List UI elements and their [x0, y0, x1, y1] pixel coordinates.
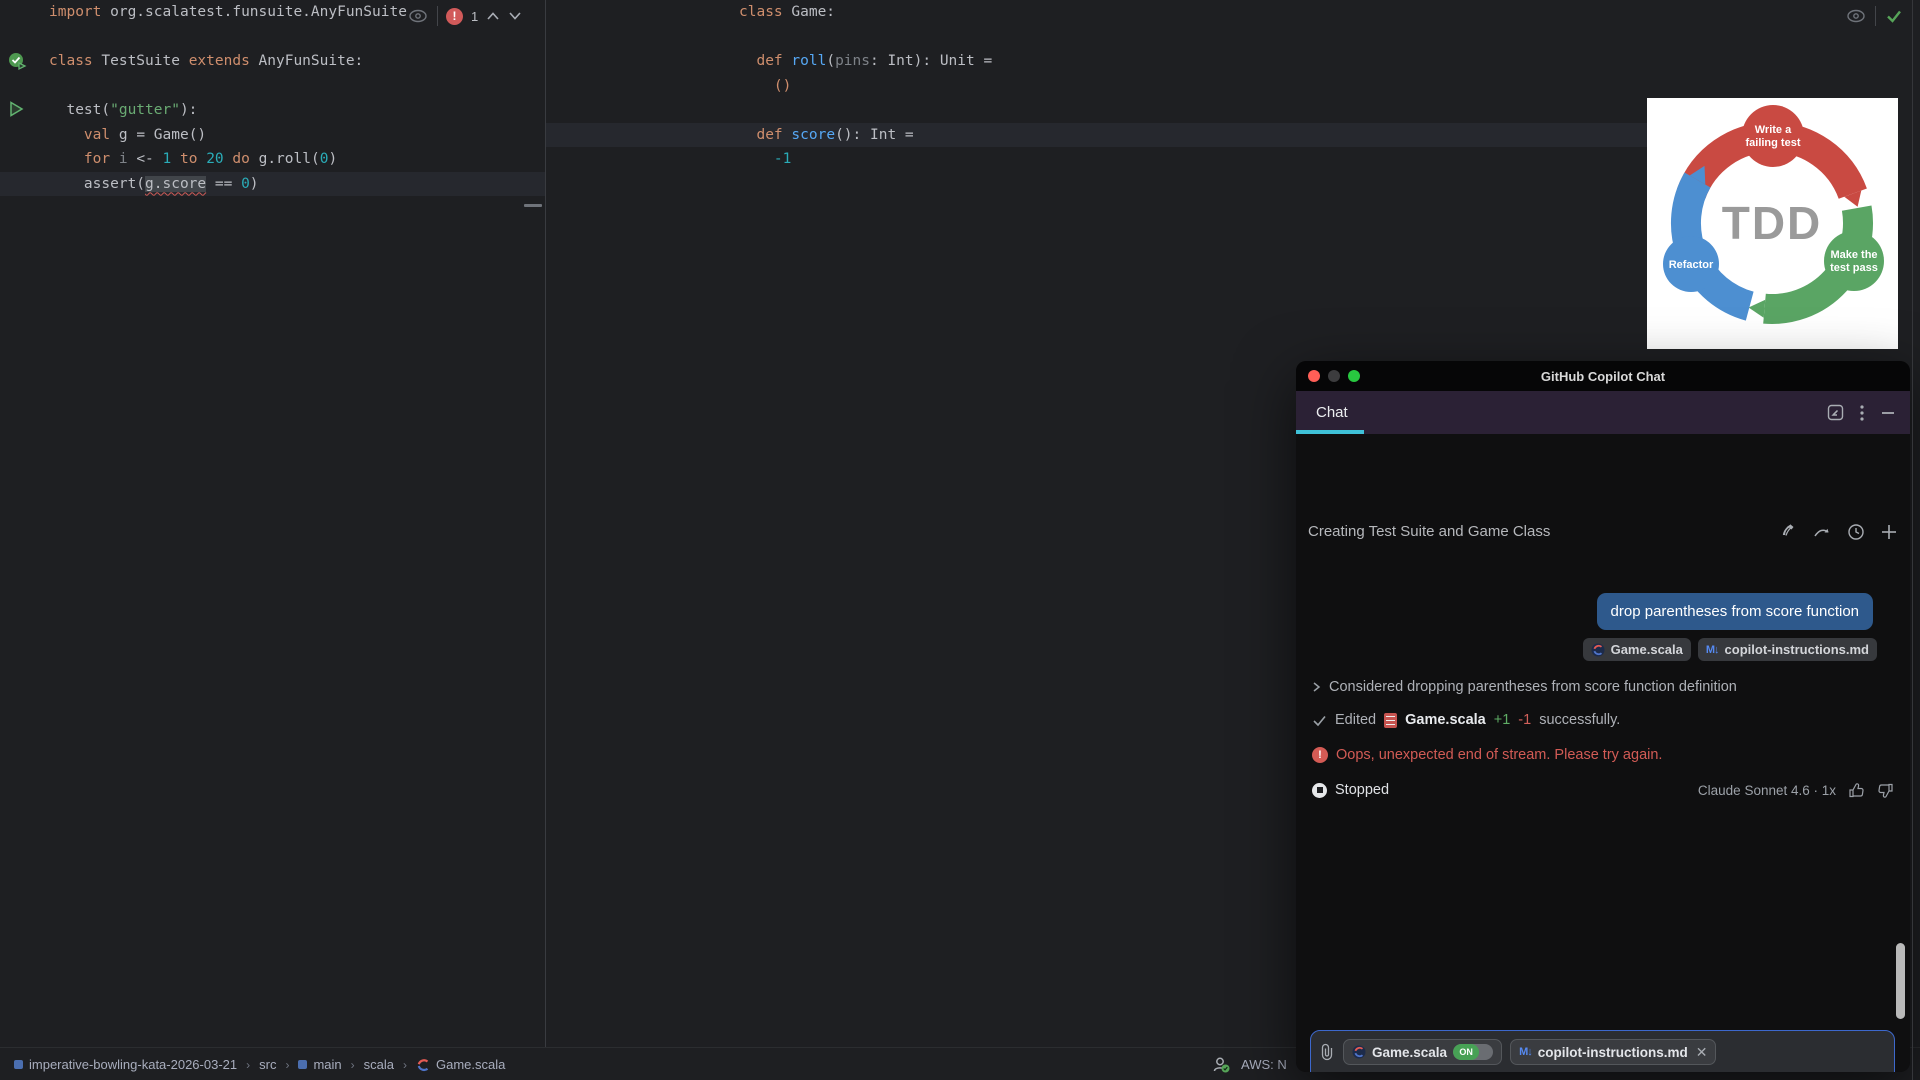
- thread-title: Creating Test Suite and Game Class: [1308, 523, 1551, 540]
- paperclip-icon[interactable]: [1319, 1043, 1335, 1061]
- error-icon: !: [1312, 747, 1328, 763]
- left-editor-code[interactable]: import org.scalatest.funsuite.AnyFunSuit…: [49, 0, 407, 196]
- lines-added: +1: [1493, 712, 1511, 728]
- copilot-chat-window: GitHub Copilot Chat Chat Creating Test S…: [1296, 361, 1910, 1072]
- new-chat-plus-icon[interactable]: [1880, 523, 1898, 541]
- scala-file-icon: [1591, 643, 1605, 656]
- right-editor-inspection-widget: [1845, 6, 1904, 26]
- stopped-label: Stopped: [1335, 782, 1390, 798]
- model-info: Claude Sonnet 4.6 · 1x: [1697, 783, 1836, 798]
- tdd-step2-label-l1: Make the: [1830, 249, 1877, 261]
- breadcrumb-main[interactable]: main: [298, 1057, 342, 1072]
- reader-mode-eye-icon[interactable]: [1845, 6, 1867, 26]
- attachment-on-toggle[interactable]: ON: [1453, 1044, 1494, 1060]
- more-options-kebab-icon[interactable]: [1860, 404, 1864, 421]
- minimize-window-button[interactable]: [1328, 370, 1340, 382]
- markdown-file-icon: M↓: [1519, 1046, 1533, 1058]
- scala-document-icon: [1384, 712, 1398, 728]
- check-icon: [1313, 715, 1326, 726]
- edit-pen-icon[interactable]: [1778, 522, 1797, 541]
- markdown-file-icon: M↓: [1705, 643, 1720, 656]
- project-folder-icon: [14, 1060, 23, 1069]
- window-title: GitHub Copilot Chat: [1540, 368, 1666, 384]
- scrollbar-position-marker[interactable]: [524, 204, 542, 207]
- chat-input-box[interactable]: Game.scala ON M↓ copilot-instructions.md…: [1310, 1030, 1895, 1072]
- breadcrumb-separator: ›: [350, 1057, 355, 1072]
- input-chip-copilot-instructions[interactable]: M↓ copilot-instructions.md ✕: [1510, 1039, 1717, 1065]
- editor-scrollbar-track[interactable]: [1912, 0, 1913, 1080]
- input-chip-game-scala[interactable]: Game.scala ON: [1343, 1039, 1503, 1065]
- thumbs-up-icon[interactable]: [1848, 782, 1865, 799]
- tdd-step2-label-l2: test pass: [1830, 262, 1878, 274]
- scala-file-icon: [1352, 1045, 1366, 1059]
- next-error-chevron-icon[interactable]: [508, 11, 522, 21]
- traffic-lights: [1308, 370, 1360, 382]
- chat-tabstrip: Chat: [1296, 391, 1910, 434]
- stop-icon: [1312, 782, 1327, 798]
- breadcrumb-separator: ›: [246, 1057, 251, 1072]
- attachment-chip-copilot-instructions[interactable]: M↓ copilot-instructions.md: [1697, 638, 1877, 661]
- chat-body: Creating Test Suite and Game Class drop …: [1296, 434, 1910, 1072]
- breadcrumb-scala[interactable]: scala: [364, 1057, 394, 1072]
- widget-divider: [437, 6, 438, 26]
- breadcrumb-project[interactable]: imperative-bowling-kata-2026-03-21: [14, 1057, 237, 1072]
- status-bar-right: AWS: N: [1211, 1055, 1287, 1075]
- breadcrumb-separator: ›: [285, 1057, 290, 1072]
- attachment-chip-game-scala[interactable]: Game.scala: [1582, 638, 1691, 661]
- input-attachments-row: Game.scala ON M↓ copilot-instructions.md…: [1319, 1039, 1717, 1065]
- thinking-summary-row[interactable]: Considered dropping parentheses from sco…: [1312, 679, 1737, 695]
- user-message-bubble: drop parentheses from score function: [1596, 593, 1873, 630]
- widget-divider: [1875, 6, 1876, 26]
- tdd-center-label: TDD: [1722, 197, 1823, 249]
- error-count[interactable]: 1: [471, 9, 478, 24]
- remove-attachment-icon[interactable]: ✕: [1696, 1044, 1708, 1061]
- prev-error-chevron-icon[interactable]: [486, 11, 500, 21]
- hide-panel-minus-icon[interactable]: [1880, 405, 1896, 421]
- response-meta: Claude Sonnet 4.6 · 1x: [1698, 782, 1894, 799]
- tdd-cycle-image: Write a failing test Make the test pass …: [1647, 98, 1898, 349]
- no-problems-check-icon[interactable]: [1884, 6, 1904, 26]
- stream-error-row: ! Oops, unexpected end of stream. Please…: [1312, 747, 1662, 763]
- copilot-status-icon[interactable]: [1211, 1055, 1231, 1075]
- message-attachments: Game.scala M↓ copilot-instructions.md: [1582, 638, 1877, 661]
- chat-scrollbar-thumb[interactable]: [1896, 943, 1905, 1019]
- tab-chat[interactable]: Chat: [1316, 404, 1348, 421]
- scala-file-icon: [417, 1058, 429, 1071]
- tdd-step3-label: Refactor: [1669, 259, 1714, 271]
- aws-status-text[interactable]: AWS: N: [1241, 1057, 1287, 1072]
- editor-split-divider[interactable]: [545, 0, 546, 1047]
- tdd-green-arrow: [1748, 299, 1766, 318]
- right-editor-code[interactable]: class Game: def roll(pins: Int): Unit = …: [739, 0, 992, 172]
- error-badge-icon[interactable]: !: [446, 7, 463, 25]
- breadcrumb: imperative-bowling-kata-2026-03-21 › src…: [14, 1057, 505, 1072]
- tdd-step1-label-l2: failing test: [1745, 137, 1800, 149]
- current-line-highlight-right: [546, 122, 1647, 147]
- left-editor-inspection-widget: ! 1: [407, 6, 522, 26]
- close-window-button[interactable]: [1308, 370, 1320, 382]
- breadcrumb-file[interactable]: Game.scala: [416, 1057, 505, 1072]
- dock-window-icon[interactable]: [1827, 404, 1844, 421]
- source-folder-icon: [298, 1060, 308, 1069]
- stopped-status-row: Stopped: [1312, 782, 1389, 798]
- ide-screen: import org.scalatest.funsuite.AnyFunSuit…: [0, 0, 1920, 1080]
- macos-titlebar[interactable]: GitHub Copilot Chat: [1296, 361, 1910, 391]
- tdd-step1-label-l1: Write a: [1755, 124, 1792, 136]
- breadcrumb-separator: ›: [403, 1057, 407, 1072]
- redo-arrow-icon[interactable]: [1812, 524, 1832, 540]
- run-test-icon[interactable]: [7, 100, 25, 118]
- test-passed-icon[interactable]: [7, 51, 27, 71]
- chevron-right-icon[interactable]: [1312, 681, 1321, 693]
- reader-mode-eye-icon[interactable]: [407, 6, 429, 26]
- thumbs-down-icon[interactable]: [1877, 782, 1894, 799]
- edited-file-name[interactable]: Game.scala: [1405, 712, 1486, 728]
- lines-removed: -1: [1518, 712, 1532, 728]
- edited-file-row: Edited Game.scala +1 -1 successfully.: [1312, 712, 1620, 728]
- breadcrumb-src[interactable]: src: [259, 1057, 276, 1072]
- history-clock-icon[interactable]: [1847, 523, 1865, 541]
- zoom-window-button[interactable]: [1348, 370, 1360, 382]
